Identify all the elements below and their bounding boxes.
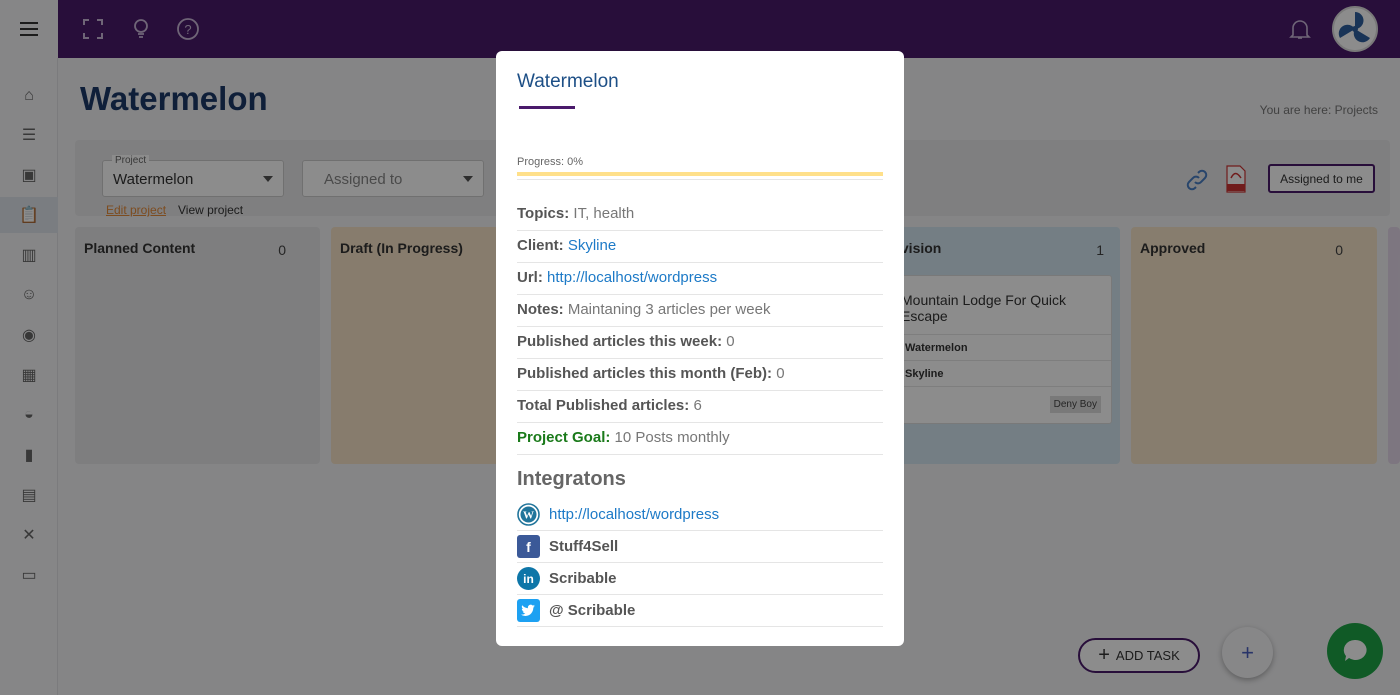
integration-linkedin-label: Scribable bbox=[549, 570, 617, 587]
info-value: 0 bbox=[776, 365, 785, 382]
info-label: Notes: bbox=[517, 301, 564, 318]
info-row-total: Total Published articles: 6 bbox=[517, 391, 883, 423]
twitter-icon bbox=[517, 599, 540, 622]
info-value: Maintaning 3 articles per week bbox=[567, 301, 771, 318]
info-value: 10 Posts monthly bbox=[614, 429, 730, 446]
integration-facebook: f Stuff4Sell bbox=[517, 531, 883, 563]
info-label: Published articles this month (Feb): bbox=[517, 365, 773, 382]
modal-title: Watermelon bbox=[517, 71, 619, 92]
info-label: Published articles this week: bbox=[517, 333, 723, 350]
client-link[interactable]: Skyline bbox=[568, 237, 616, 254]
goal-label: Project Goal: bbox=[517, 429, 611, 446]
integrations-title: Integratons bbox=[517, 468, 626, 490]
info-value: 0 bbox=[726, 333, 735, 350]
url-link[interactable]: http://localhost/wordpress bbox=[547, 269, 717, 286]
info-row-url: Url: http://localhost/wordpress bbox=[517, 263, 883, 295]
integration-linkedin: in Scribable bbox=[517, 563, 883, 595]
integration-twitter: @ Scribable bbox=[517, 595, 883, 627]
title-underline bbox=[519, 106, 575, 109]
integration-wordpress-link[interactable]: http://localhost/wordpress bbox=[549, 506, 719, 523]
project-info-modal: Watermelon Progress: 0% Topics: IT, heal… bbox=[496, 51, 904, 646]
info-row-topics: Topics: IT, health bbox=[517, 199, 883, 231]
wordpress-icon: W bbox=[517, 503, 540, 526]
info-row-week: Published articles this week: 0 bbox=[517, 327, 883, 359]
info-label: Client: bbox=[517, 237, 564, 254]
integration-twitter-label: @ Scribable bbox=[549, 602, 636, 619]
progress-bar bbox=[517, 172, 883, 176]
info-label: Topics: bbox=[517, 205, 570, 222]
facebook-icon: f bbox=[517, 535, 540, 558]
info-value: IT, health bbox=[573, 205, 635, 222]
info-row-client: Client: Skyline bbox=[517, 231, 883, 263]
divider bbox=[517, 179, 883, 180]
info-row-notes: Notes: Maintaning 3 articles per week bbox=[517, 295, 883, 327]
info-label: Total Published articles: bbox=[517, 397, 690, 414]
info-label: Url: bbox=[517, 269, 543, 286]
linkedin-icon: in bbox=[517, 567, 540, 590]
integration-wordpress: W http://localhost/wordpress bbox=[517, 499, 883, 531]
info-value: 6 bbox=[693, 397, 702, 414]
svg-text:W: W bbox=[523, 510, 534, 522]
info-row-goal: Project Goal: 10 Posts monthly bbox=[517, 423, 883, 455]
progress-label: Progress: 0% bbox=[517, 156, 584, 168]
integration-facebook-label: Stuff4Sell bbox=[549, 538, 619, 555]
info-row-month: Published articles this month (Feb): 0 bbox=[517, 359, 883, 391]
